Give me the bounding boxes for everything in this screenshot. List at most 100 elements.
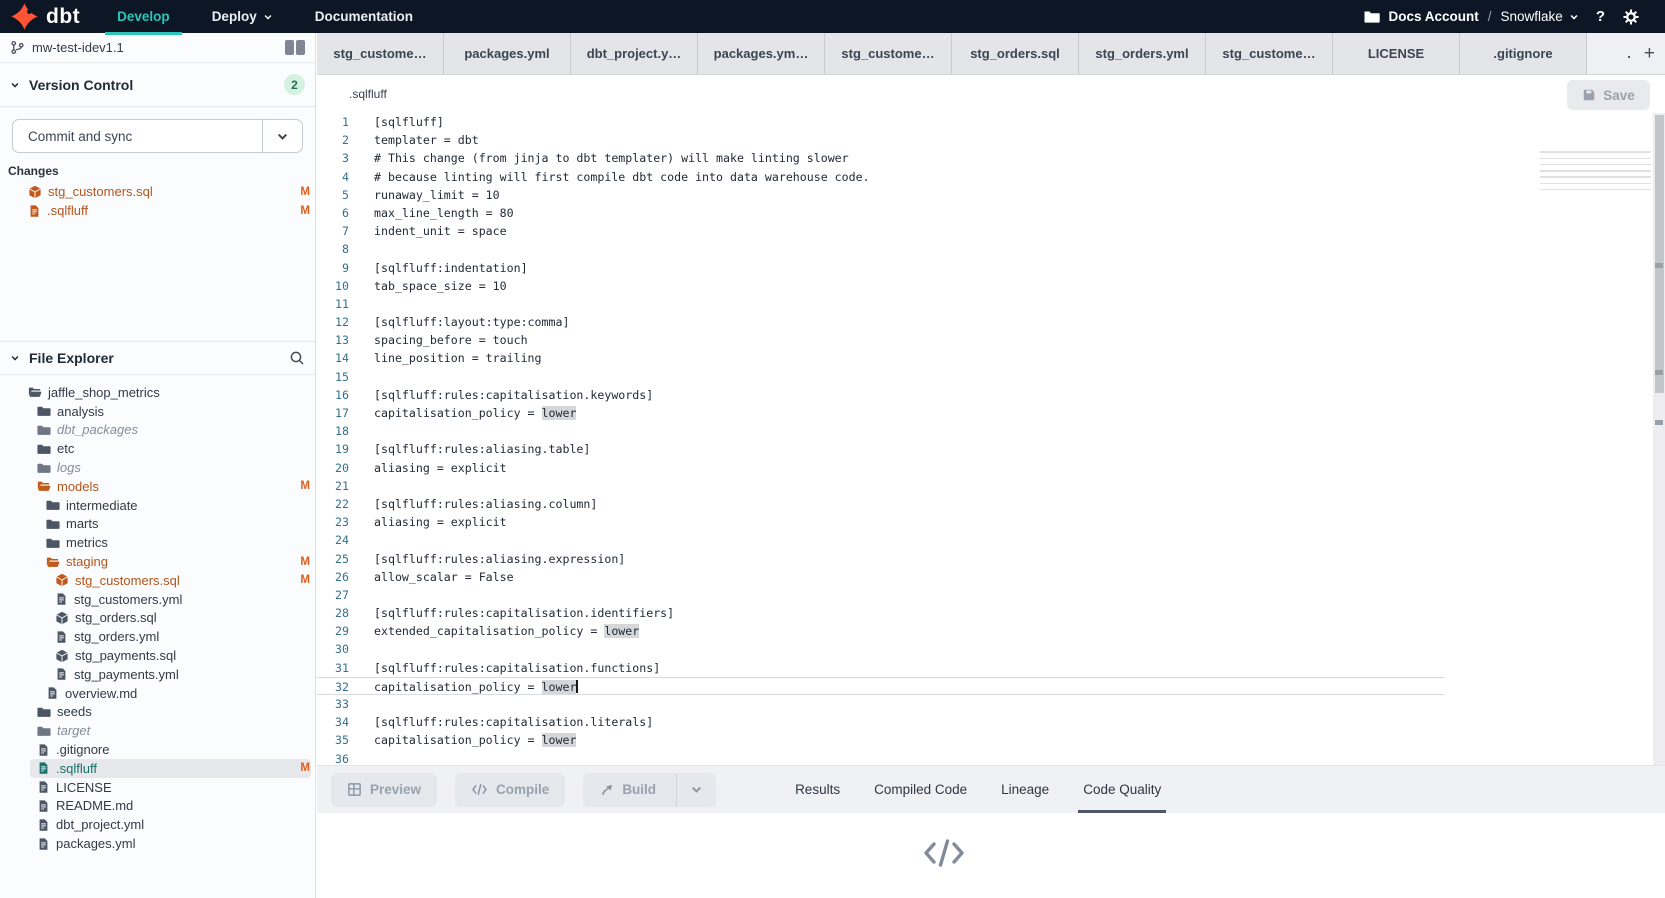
code-line-12[interactable]: 12[sqlfluff:layout:type:comma] [317, 313, 1445, 331]
split-panes-icon[interactable] [285, 40, 305, 55]
code-line-8[interactable]: 8 [317, 240, 1445, 258]
code-line-20[interactable]: 20aliasing = explicit [317, 459, 1445, 477]
code-line-14[interactable]: 14line_position = trailing [317, 349, 1445, 367]
gear-icon[interactable] [1622, 8, 1640, 26]
code-line-36[interactable]: 36 [317, 750, 1445, 765]
code-line-27[interactable]: 27 [317, 586, 1445, 604]
editor-tab[interactable]: stg_custome… [317, 33, 444, 74]
build-button[interactable]: Build [583, 773, 716, 807]
code-line-22[interactable]: 22[sqlfluff:rules:aliasing.column] [317, 495, 1445, 513]
code-line-17[interactable]: 17capitalisation_policy = lower [317, 404, 1445, 422]
commit-and-sync-button[interactable]: Commit and sync [12, 119, 303, 153]
tree-item-dbt-project-yml[interactable]: dbt_project.yml [0, 815, 315, 834]
tree-item-metrics[interactable]: metrics [0, 533, 315, 552]
code-line-3[interactable]: 3# This change (from jinja to dbt templa… [317, 149, 1445, 167]
menu-deploy[interactable]: Deploy [191, 0, 294, 33]
change-item[interactable]: stg_customers.sqlM [0, 182, 315, 201]
tree-item--sqlfluff[interactable]: .sqlfluffM [0, 759, 315, 778]
code-line-35[interactable]: 35capitalisation_policy = lower [317, 731, 1445, 749]
editor-tab[interactable]: .gitignore [1460, 33, 1587, 74]
code-line-1[interactable]: 1[sqlfluff] [317, 113, 1445, 131]
tree-item-packages-yml[interactable]: packages.yml [0, 834, 315, 853]
panel-tab-code-quality[interactable]: Code Quality [1066, 766, 1178, 813]
code-line-13[interactable]: 13spacing_before = touch [317, 331, 1445, 349]
account-switcher[interactable]: Docs Account / Snowflake [1364, 9, 1579, 24]
tree-item-stg-customers-yml[interactable]: stg_customers.yml [0, 590, 315, 609]
code-line-19[interactable]: 19[sqlfluff:rules:aliasing.table] [317, 440, 1445, 458]
code-editor[interactable]: 1[sqlfluff]2templater = dbt3# This chang… [317, 113, 1665, 765]
connection-name[interactable]: Snowflake [1501, 9, 1579, 24]
commit-options-button[interactable] [262, 120, 302, 152]
minimap[interactable] [1540, 120, 1651, 195]
tree-item-target[interactable]: target [0, 721, 315, 740]
compile-button[interactable]: Compile [455, 773, 565, 807]
new-tab-button[interactable]: + [1644, 44, 1655, 63]
search-icon[interactable] [289, 350, 305, 366]
menu-documentation[interactable]: Documentation [294, 0, 434, 33]
save-button[interactable]: Save [1567, 80, 1650, 110]
code-line-6[interactable]: 6max_line_length = 80 [317, 204, 1445, 222]
tree-item-jaffle-shop-metrics[interactable]: jaffle_shop_metrics [0, 383, 315, 402]
panel-tab-lineage[interactable]: Lineage [984, 766, 1066, 813]
code-line-29[interactable]: 29extended_capitalisation_policy = lower [317, 622, 1445, 640]
tree-item-seeds[interactable]: seeds [0, 703, 315, 722]
file-explorer-header[interactable]: File Explorer [0, 341, 315, 375]
code-line-24[interactable]: 24 [317, 531, 1445, 549]
version-control-header[interactable]: Version Control 2 [0, 63, 315, 107]
code-line-32[interactable]: 32capitalisation_policy = lower [317, 677, 1445, 695]
code-line-9[interactable]: 9[sqlfluff:indentation] [317, 259, 1445, 277]
tree-item-stg-payments-sql[interactable]: stg_payments.sql [0, 646, 315, 665]
code-line-26[interactable]: 26allow_scalar = False [317, 568, 1445, 586]
code-line-30[interactable]: 30 [317, 640, 1445, 658]
preview-button[interactable]: Preview [331, 773, 437, 807]
tree-item-etc[interactable]: etc [0, 439, 315, 458]
editor-tab[interactable]: stg_orders.sql [952, 33, 1079, 74]
scrollbar-thumb[interactable] [1655, 115, 1664, 393]
tree-item-overview-md[interactable]: overview.md [0, 684, 315, 703]
tree-item-dbt-packages[interactable]: dbt_packages [0, 421, 315, 440]
tree-item-readme-md[interactable]: README.md [0, 797, 315, 816]
editor-tab[interactable]: dbt_project.y… [571, 33, 698, 74]
tree-item-models[interactable]: modelsM [0, 477, 315, 496]
code-line-31[interactable]: 31[sqlfluff:rules:capitalisation.functio… [317, 659, 1445, 677]
tree-item-analysis[interactable]: analysis [0, 402, 315, 421]
tree-item-intermediate[interactable]: intermediate [0, 496, 315, 515]
editor-scrollbar[interactable] [1653, 113, 1665, 765]
menu-develop[interactable]: Develop [96, 0, 191, 33]
code-line-33[interactable]: 33 [317, 695, 1445, 713]
code-line-21[interactable]: 21 [317, 477, 1445, 495]
tree-item-staging[interactable]: stagingM [0, 552, 315, 571]
code-line-7[interactable]: 7indent_unit = space [317, 222, 1445, 240]
tree-item-logs[interactable]: logs [0, 458, 315, 477]
editor-tab[interactable]: packages.ym… [698, 33, 825, 74]
code-line-28[interactable]: 28[sqlfluff:rules:capitalisation.identif… [317, 604, 1445, 622]
tree-item-stg-customers-sql[interactable]: stg_customers.sqlM [0, 571, 315, 590]
tree-item-license[interactable]: LICENSE [0, 778, 315, 797]
editor-tab[interactable]: packages.yml [444, 33, 571, 74]
build-options-button[interactable] [676, 773, 716, 807]
code-line-25[interactable]: 25[sqlfluff:rules:aliasing.expression] [317, 550, 1445, 568]
change-item[interactable]: .sqlfluffM [0, 201, 315, 220]
code-line-15[interactable]: 15 [317, 368, 1445, 386]
code-line-11[interactable]: 11 [317, 295, 1445, 313]
tree-item-stg-orders-yml[interactable]: stg_orders.yml [0, 627, 315, 646]
help-button[interactable]: ? [1594, 8, 1607, 25]
editor-tab[interactable]: stg_orders.yml [1079, 33, 1206, 74]
code-line-2[interactable]: 2templater = dbt [317, 131, 1445, 149]
panel-tab-compiled-code[interactable]: Compiled Code [857, 766, 984, 813]
editor-tab[interactable]: LICENSE [1333, 33, 1460, 74]
panel-tab-results[interactable]: Results [778, 766, 857, 813]
code-line-16[interactable]: 16[sqlfluff:rules:capitalisation.keyword… [317, 386, 1445, 404]
tree-item-stg-payments-yml[interactable]: stg_payments.yml [0, 665, 315, 684]
editor-tab[interactable]: stg_custome… [825, 33, 952, 74]
tree-item--gitignore[interactable]: .gitignore [0, 740, 315, 759]
code-line-18[interactable]: 18 [317, 422, 1445, 440]
editor-tab-partial[interactable]: . [1627, 46, 1631, 61]
tree-item-stg-orders-sql[interactable]: stg_orders.sql [0, 609, 315, 628]
code-line-10[interactable]: 10tab_space_size = 10 [317, 277, 1445, 295]
code-line-23[interactable]: 23aliasing = explicit [317, 513, 1445, 531]
code-line-4[interactable]: 4# because linting will first compile db… [317, 168, 1445, 186]
tree-item-marts[interactable]: marts [0, 515, 315, 534]
code-line-34[interactable]: 34[sqlfluff:rules:capitalisation.literal… [317, 713, 1445, 731]
editor-tab[interactable]: stg_custome… [1206, 33, 1333, 74]
